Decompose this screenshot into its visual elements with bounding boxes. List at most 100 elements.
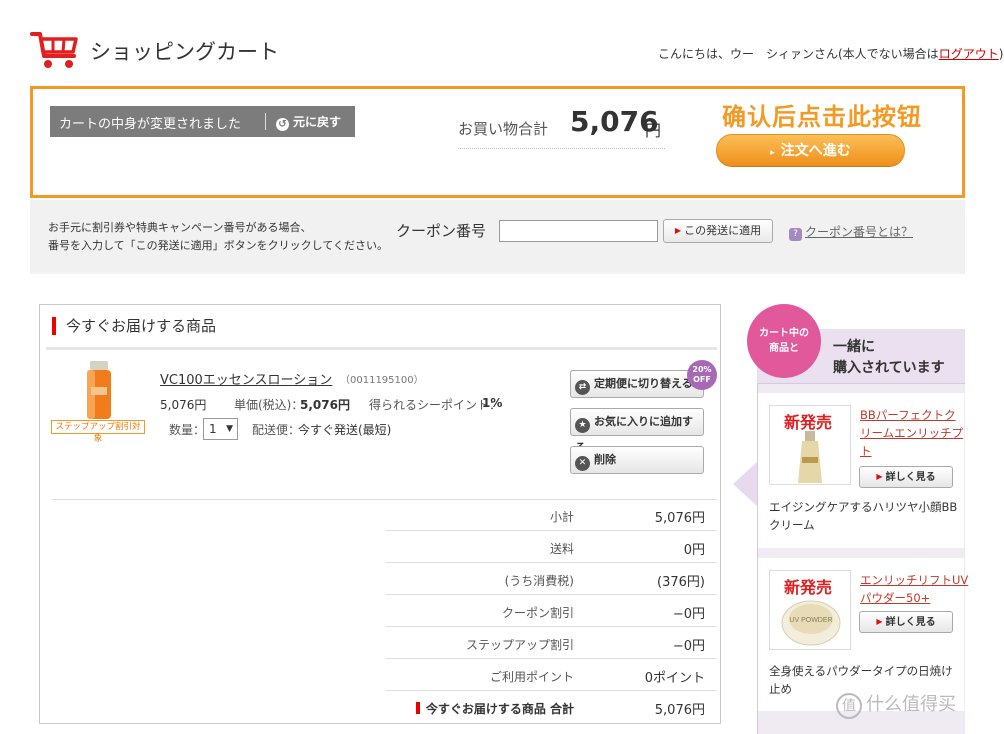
- unit-price-value: 5,076円: [300, 398, 350, 412]
- details-label: 詳しく見る: [885, 617, 936, 628]
- recommendation-description: エイジングケアするハリツヤ小顔BB クリーム: [769, 498, 957, 534]
- bb-cream-tube-icon: [798, 431, 822, 483]
- link-line: パウダー50+: [860, 591, 931, 605]
- play-icon: ▶: [674, 226, 682, 235]
- link-line: エンリッチリフトUV: [860, 573, 969, 587]
- coupon-info-link[interactable]: ? クーポン番号とは？: [789, 223, 913, 241]
- step-up-discount-badge: ステップアップ割引対象: [51, 420, 145, 444]
- product-price: 5,076円: [160, 398, 207, 412]
- instruction-annotation: 确认后点击此按钮: [722, 103, 922, 131]
- total-unit: 円: [645, 121, 662, 140]
- title-line: 一緒に: [833, 339, 875, 355]
- proceed-label: 注文へ進む: [780, 143, 851, 159]
- coupon-input[interactable]: [499, 220, 658, 242]
- powder-label: UV POWDER: [789, 617, 832, 624]
- details-label: 詳しく見る: [885, 472, 936, 483]
- discount-off: OFF: [693, 375, 711, 384]
- coupon-help-line: お手元に割引券や特典キャンペーン番号がある場合、: [48, 221, 312, 234]
- shipping-value: 今すぐ発送(最短): [298, 423, 392, 437]
- summary-label: 送料: [549, 542, 574, 556]
- desc-line: エイジングケアするハリツヤ小顔BB: [769, 500, 958, 514]
- question-icon: ?: [789, 228, 802, 241]
- details-button[interactable]: ▶ 詳しく見る: [859, 611, 953, 633]
- summary-label: 小計: [549, 510, 574, 524]
- summary-value: 5,076円: [654, 511, 705, 526]
- delete-label: 削除: [594, 453, 616, 466]
- proceed-to-order-button[interactable]: ▸ 注文へ進む: [716, 134, 905, 166]
- title-line: 購入されています: [833, 360, 945, 376]
- summary-row-shipping: 送料 0円: [385, 531, 717, 563]
- coupon-help-text: お手元に割引券や特典キャンペーン番号がある場合、 番号を入力して「この発送に適用…: [48, 219, 388, 255]
- quantity-label: 数量：: [169, 423, 206, 437]
- close-icon: ✕: [575, 456, 590, 471]
- link-line: リームエンリッチプ: [860, 426, 964, 440]
- delete-button[interactable]: ✕ 削除: [570, 446, 704, 474]
- summary-label: ステップアップ割引: [465, 638, 574, 652]
- shipping-label: 配送便：: [252, 423, 301, 437]
- section-title: 今すぐお届けする商品: [52, 317, 216, 335]
- play-icon: ▸: [770, 148, 775, 158]
- desc-line: クリーム: [769, 518, 815, 532]
- discount-percent: 20%: [692, 365, 712, 374]
- star-icon: ★: [575, 418, 590, 433]
- new-label: 新発売: [784, 413, 833, 432]
- uv-powder-compact-icon: UV POWDER: [781, 600, 841, 646]
- summary-row-subtotal: 小計 5,076円: [385, 499, 717, 531]
- repeat-icon: ⇄: [575, 380, 590, 395]
- coupon-info-label: クーポン番号とは？: [805, 225, 914, 239]
- divider: [265, 113, 266, 130]
- play-icon: ▶: [876, 617, 883, 626]
- product-image[interactable]: [63, 361, 135, 419]
- coupon-help-line: 番号を入力して「この発送に適用」ボタンをクリックしてください。: [48, 239, 389, 252]
- link-line: BBパーフェクトク: [860, 408, 956, 422]
- summary-label: ご利用ポイント: [489, 670, 574, 684]
- link-line: ト: [860, 444, 872, 458]
- chevron-down-icon: ▼: [226, 424, 233, 434]
- watermark-text: 什么值得买: [866, 694, 956, 715]
- summary-value: −0円: [672, 639, 705, 654]
- summary-label: (うち消費税): [504, 574, 574, 588]
- side-pointer: [733, 462, 757, 506]
- recommendation-link[interactable]: エンリッチリフトUV パウダー50+: [860, 571, 968, 607]
- recommendation-link[interactable]: BBパーフェクトク リームエンリッチプト: [860, 406, 963, 460]
- coupon-label: クーポン番号: [396, 222, 487, 240]
- total-divider: [458, 148, 665, 149]
- apply-coupon-button[interactable]: ▶ この発送に適用: [663, 219, 773, 243]
- cart-icon: [30, 32, 78, 68]
- discount-badge: 20% OFF: [687, 360, 717, 390]
- summary-row-total: 今すぐお届けする商品 合計 5,076円: [385, 691, 717, 723]
- summary-label: 今すぐお届けする商品 合計: [425, 702, 574, 716]
- quantity-value: 1: [209, 422, 217, 436]
- summary-value: 0ポイント: [644, 671, 705, 686]
- recommendation-circle: カート中の 商品と: [747, 304, 821, 378]
- details-button[interactable]: ▶ 詳しく見る: [859, 466, 953, 488]
- recommendation-image[interactable]: 新発売: [769, 405, 851, 485]
- total-label: お買い物合計: [458, 120, 549, 138]
- undo-button[interactable]: ↺ 元に戻す: [276, 113, 341, 131]
- summary-label: クーポン割引: [501, 606, 574, 620]
- watermark-logo-icon: 值: [836, 693, 862, 719]
- watermark: 值什么值得买: [836, 690, 956, 719]
- new-label: 新発売: [784, 578, 833, 597]
- section-divider: [46, 347, 717, 350]
- switch-to-subscription-button[interactable]: ⇄ 定期便に切り替える: [570, 370, 704, 398]
- add-to-favorites-button[interactable]: ★お気に入りに追加する: [570, 408, 704, 454]
- summary-row-stepup: ステップアップ割引 −0円: [385, 627, 717, 659]
- summary-total-label: 今すぐお届けする商品 合計: [415, 700, 574, 717]
- greeting: こんにちは、ウー シィァンさん(本人でない場合はログアウト): [658, 45, 1003, 62]
- product-code: （0011195100）: [340, 375, 424, 386]
- recommendation-image[interactable]: 新発売 UV POWDER: [769, 570, 851, 650]
- undo-icon: ↺: [276, 118, 289, 131]
- product-name-link[interactable]: VC100エッセンスローション: [160, 369, 332, 388]
- cart-changed-bar: カートの中身が変更されました ↺ 元に戻す: [50, 106, 355, 137]
- summary-value: 0円: [683, 543, 705, 558]
- greeting-text: こんにちは、ウー シィァンさん(本人でない場合は: [658, 47, 939, 61]
- quantity-select[interactable]: 1 ▼: [203, 418, 238, 440]
- summary-row-points: ご利用ポイント 0ポイント: [385, 659, 717, 691]
- undo-label: 元に戻す: [293, 115, 342, 129]
- logout-link[interactable]: ログアウト: [939, 47, 999, 61]
- summary-row-coupon: クーポン割引 −0円: [385, 595, 717, 627]
- play-icon: ▶: [876, 472, 883, 481]
- cart-changed-message: カートの中身が変更されました: [59, 117, 242, 132]
- apply-coupon-label: この発送に適用: [684, 224, 762, 237]
